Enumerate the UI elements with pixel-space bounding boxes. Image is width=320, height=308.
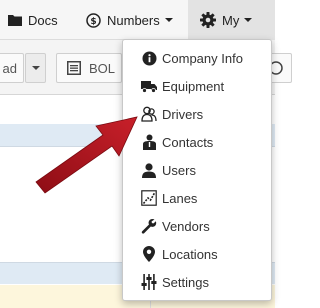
folder-icon bbox=[8, 15, 22, 26]
menu-item-label: Settings bbox=[162, 274, 209, 290]
nav-numbers-label: Numbers bbox=[107, 12, 160, 28]
menu-item-drivers[interactable]: Drivers bbox=[123, 100, 273, 128]
upload-button[interactable]: ad bbox=[0, 53, 24, 83]
upload-dropdown-toggle[interactable] bbox=[25, 53, 46, 83]
bol-button[interactable]: BOL bbox=[56, 53, 122, 83]
wrench-icon bbox=[141, 218, 157, 234]
map-marker-icon bbox=[141, 246, 157, 262]
menu-item-users[interactable]: Users bbox=[123, 156, 273, 184]
document-icon bbox=[67, 61, 81, 75]
menu-item-label: Locations bbox=[162, 246, 218, 262]
menu-item-lanes[interactable]: Lanes bbox=[123, 184, 273, 212]
menu-item-label: Company Info bbox=[162, 50, 243, 66]
chevron-down-icon bbox=[31, 66, 40, 70]
sliders-icon bbox=[141, 274, 157, 290]
menu-item-company-info[interactable]: Company Info bbox=[123, 44, 273, 72]
info-circle-icon bbox=[141, 50, 157, 66]
nav-my[interactable]: My bbox=[200, 0, 253, 40]
menu-item-vendors[interactable]: Vendors bbox=[123, 212, 273, 240]
contact-person-icon bbox=[141, 134, 157, 150]
dollar-circle-icon: $ bbox=[86, 12, 101, 28]
nav-numbers[interactable]: $ Numbers bbox=[86, 0, 173, 40]
bol-button-label: BOL bbox=[89, 60, 116, 76]
nav-docs-label: Docs bbox=[28, 12, 58, 28]
top-navbar: Docs $ Numbers My bbox=[0, 0, 275, 40]
truck-icon bbox=[141, 78, 157, 94]
menu-item-equipment[interactable]: Equipment bbox=[123, 72, 273, 100]
menu-item-settings[interactable]: Settings bbox=[123, 268, 273, 296]
gear-icon bbox=[200, 12, 216, 28]
nav-my-label: My bbox=[222, 12, 240, 28]
menu-item-label: Drivers bbox=[162, 106, 204, 122]
upload-button-label: ad bbox=[2, 60, 17, 76]
nav-docs[interactable]: Docs bbox=[8, 0, 58, 40]
route-icon bbox=[141, 190, 157, 206]
menu-item-locations[interactable]: Locations bbox=[123, 240, 273, 268]
menu-item-label: Equipment bbox=[162, 78, 225, 94]
menu-item-contacts[interactable]: Contacts bbox=[123, 128, 273, 156]
svg-text:$: $ bbox=[90, 17, 96, 27]
drivers-icon bbox=[141, 106, 157, 122]
my-dropdown-menu: Company Info Equipment Drivers Contacts … bbox=[122, 39, 272, 301]
user-icon bbox=[141, 162, 157, 178]
menu-item-label: Lanes bbox=[162, 190, 198, 206]
chevron-down-icon bbox=[244, 18, 253, 22]
menu-item-label: Contacts bbox=[162, 134, 214, 150]
menu-item-label: Vendors bbox=[162, 218, 210, 234]
menu-item-label: Users bbox=[162, 162, 196, 178]
chevron-down-icon bbox=[164, 18, 173, 22]
